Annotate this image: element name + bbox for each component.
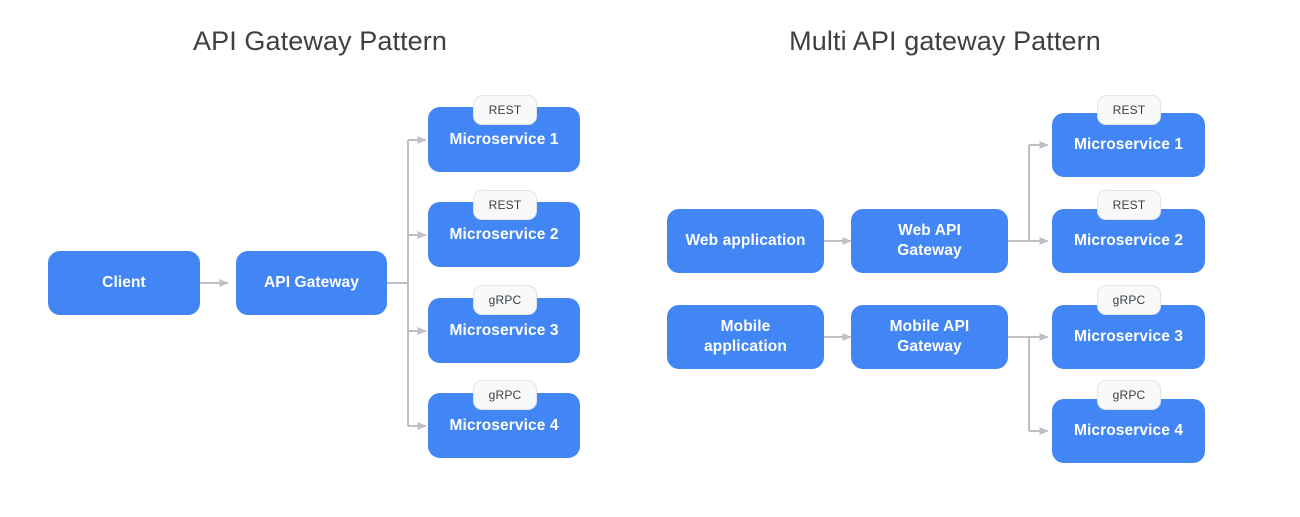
node-mobile-api-gateway-label: Mobile API Gateway	[889, 318, 970, 355]
node-web-api-gateway-label: Web API Gateway	[897, 222, 962, 259]
node-microservice-4-label: Microservice 4	[449, 416, 559, 434]
node-microservice-3-label: Microservice 3	[449, 321, 559, 339]
node-api-gateway-label: API Gateway	[263, 274, 359, 292]
badge-grpc-right-microservice-3: gRPC	[1097, 285, 1161, 315]
node-microservice-1-label: Microservice 1	[449, 130, 559, 148]
node-web-application-label: Web application	[685, 232, 806, 250]
badge-rest-microservice-1: REST	[473, 95, 537, 125]
node-client[interactable]: Client	[48, 251, 200, 315]
diagram-title-left: API Gateway Pattern	[192, 26, 448, 56]
diagram-canvas: API Gateway Pattern Client API Gateway M…	[0, 0, 1300, 517]
diagram-title-right: Multi API gateway Pattern	[789, 26, 1101, 56]
node-mobile-api-gateway[interactable]: Mobile API Gateway	[851, 305, 1008, 369]
node-web-api-gateway[interactable]: Web API Gateway	[851, 209, 1008, 273]
node-client-label: Client	[102, 274, 146, 292]
badge-rest-microservice-2: REST	[473, 190, 537, 220]
badge-grpc-microservice-4: gRPC	[473, 380, 537, 410]
node-microservice-2-label: Microservice 2	[449, 225, 559, 243]
node-api-gateway[interactable]: API Gateway	[236, 251, 387, 315]
badge-grpc-right-microservice-4: gRPC	[1097, 380, 1161, 410]
badge-rest-right-microservice-1: REST	[1097, 95, 1161, 125]
node-mobile-application-label: Mobile application	[704, 318, 787, 355]
node-mobile-application[interactable]: Mobile application	[667, 305, 824, 369]
badge-grpc-microservice-3: gRPC	[473, 285, 537, 315]
node-web-application[interactable]: Web application	[667, 209, 824, 273]
node-right-microservice-1-label: Microservice 1	[1073, 136, 1184, 154]
node-right-microservice-4-label: Microservice 4	[1073, 422, 1184, 440]
node-right-microservice-2-label: Microservice 2	[1073, 232, 1184, 250]
node-right-microservice-3-label: Microservice 3	[1073, 328, 1184, 346]
badge-rest-right-microservice-2: REST	[1097, 190, 1161, 220]
